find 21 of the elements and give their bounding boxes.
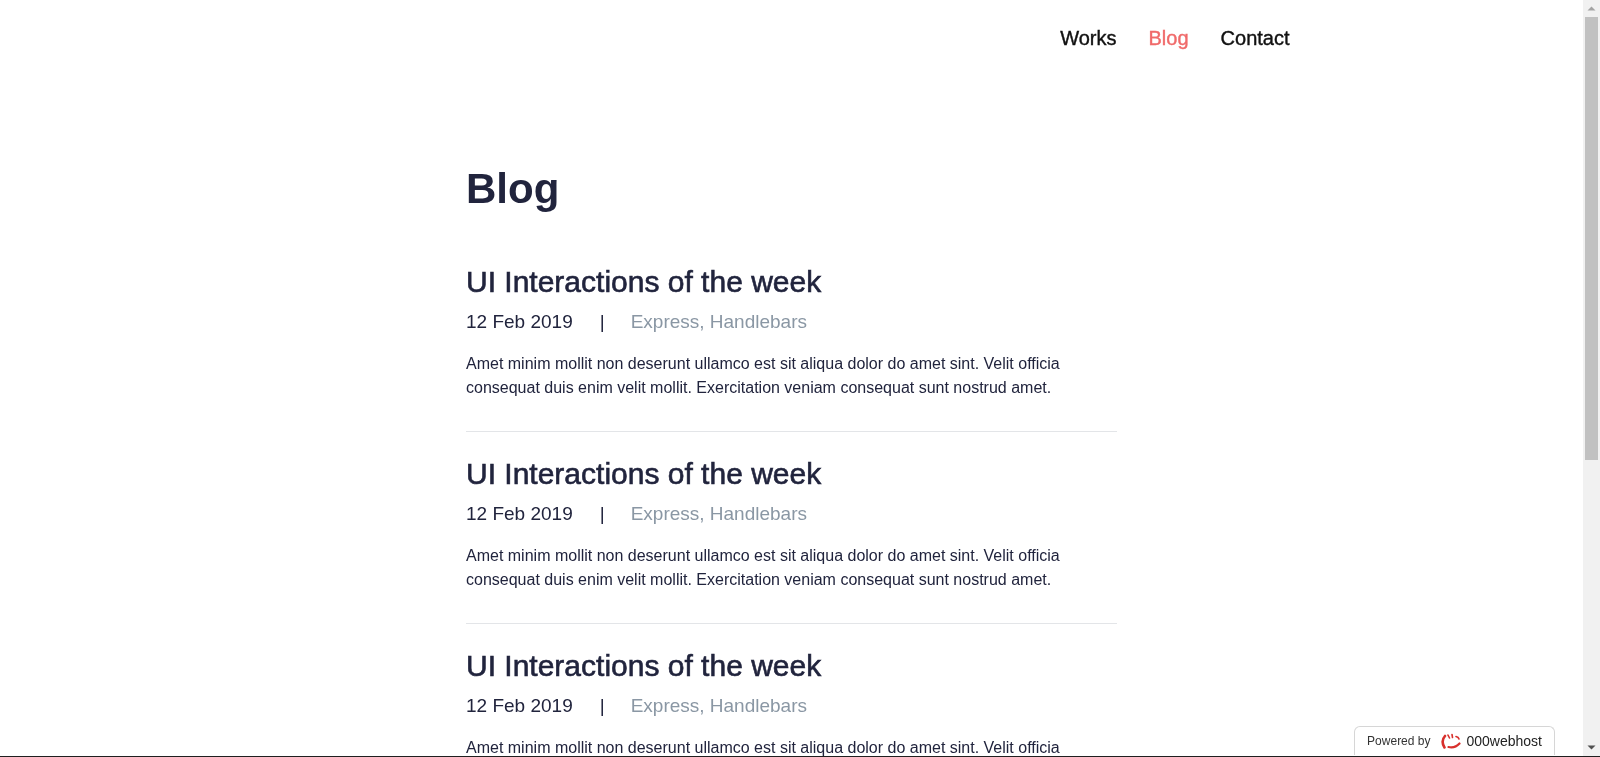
meta-separator: |	[599, 694, 605, 718]
meta-separator: |	[599, 310, 605, 334]
nav-link[interactable]: Works	[1060, 24, 1117, 52]
meta-separator: |	[599, 502, 605, 526]
post-tags: Express, Handlebars	[630, 500, 807, 528]
post-date: 12 Feb 2019	[466, 310, 573, 334]
logo-icon	[1439, 733, 1462, 749]
scroll-thumb[interactable]	[1585, 17, 1598, 460]
post-title[interactable]: UI Interactions of the week	[466, 648, 1117, 684]
hosting-badge[interactable]: Powered by 000webhost	[1354, 726, 1555, 755]
page-title: Blog	[466, 164, 561, 214]
post-tags: Express, Handlebars	[630, 692, 807, 720]
post-excerpt: Amet minim mollit non deserunt ullamco est sit aliqua dolor do amet sint. Velit officia consequat duis enim velit mollit. Exercitation veniam consequat sunt nostrud amet.	[466, 354, 1061, 398]
post-excerpt: Amet minim mollit non deserunt ullamco est sit aliqua dolor do amet sint. Velit officia	[466, 738, 1061, 756]
post-date: 12 Feb 2019	[466, 694, 573, 718]
post-tags: Express, Handlebars	[630, 308, 807, 336]
nav-link[interactable]: Contact	[1220, 24, 1290, 52]
post-date: 12 Feb 2019	[466, 502, 573, 526]
post-excerpt: Amet minim mollit non deserunt ullamco est sit aliqua dolor do amet sint. Velit officia consequat duis enim velit mollit. Exercitation veniam consequat sunt nostrud amet.	[466, 546, 1061, 590]
post-title[interactable]: UI Interactions of the week	[466, 456, 1117, 492]
post-title[interactable]: UI Interactions of the week	[466, 264, 1117, 300]
